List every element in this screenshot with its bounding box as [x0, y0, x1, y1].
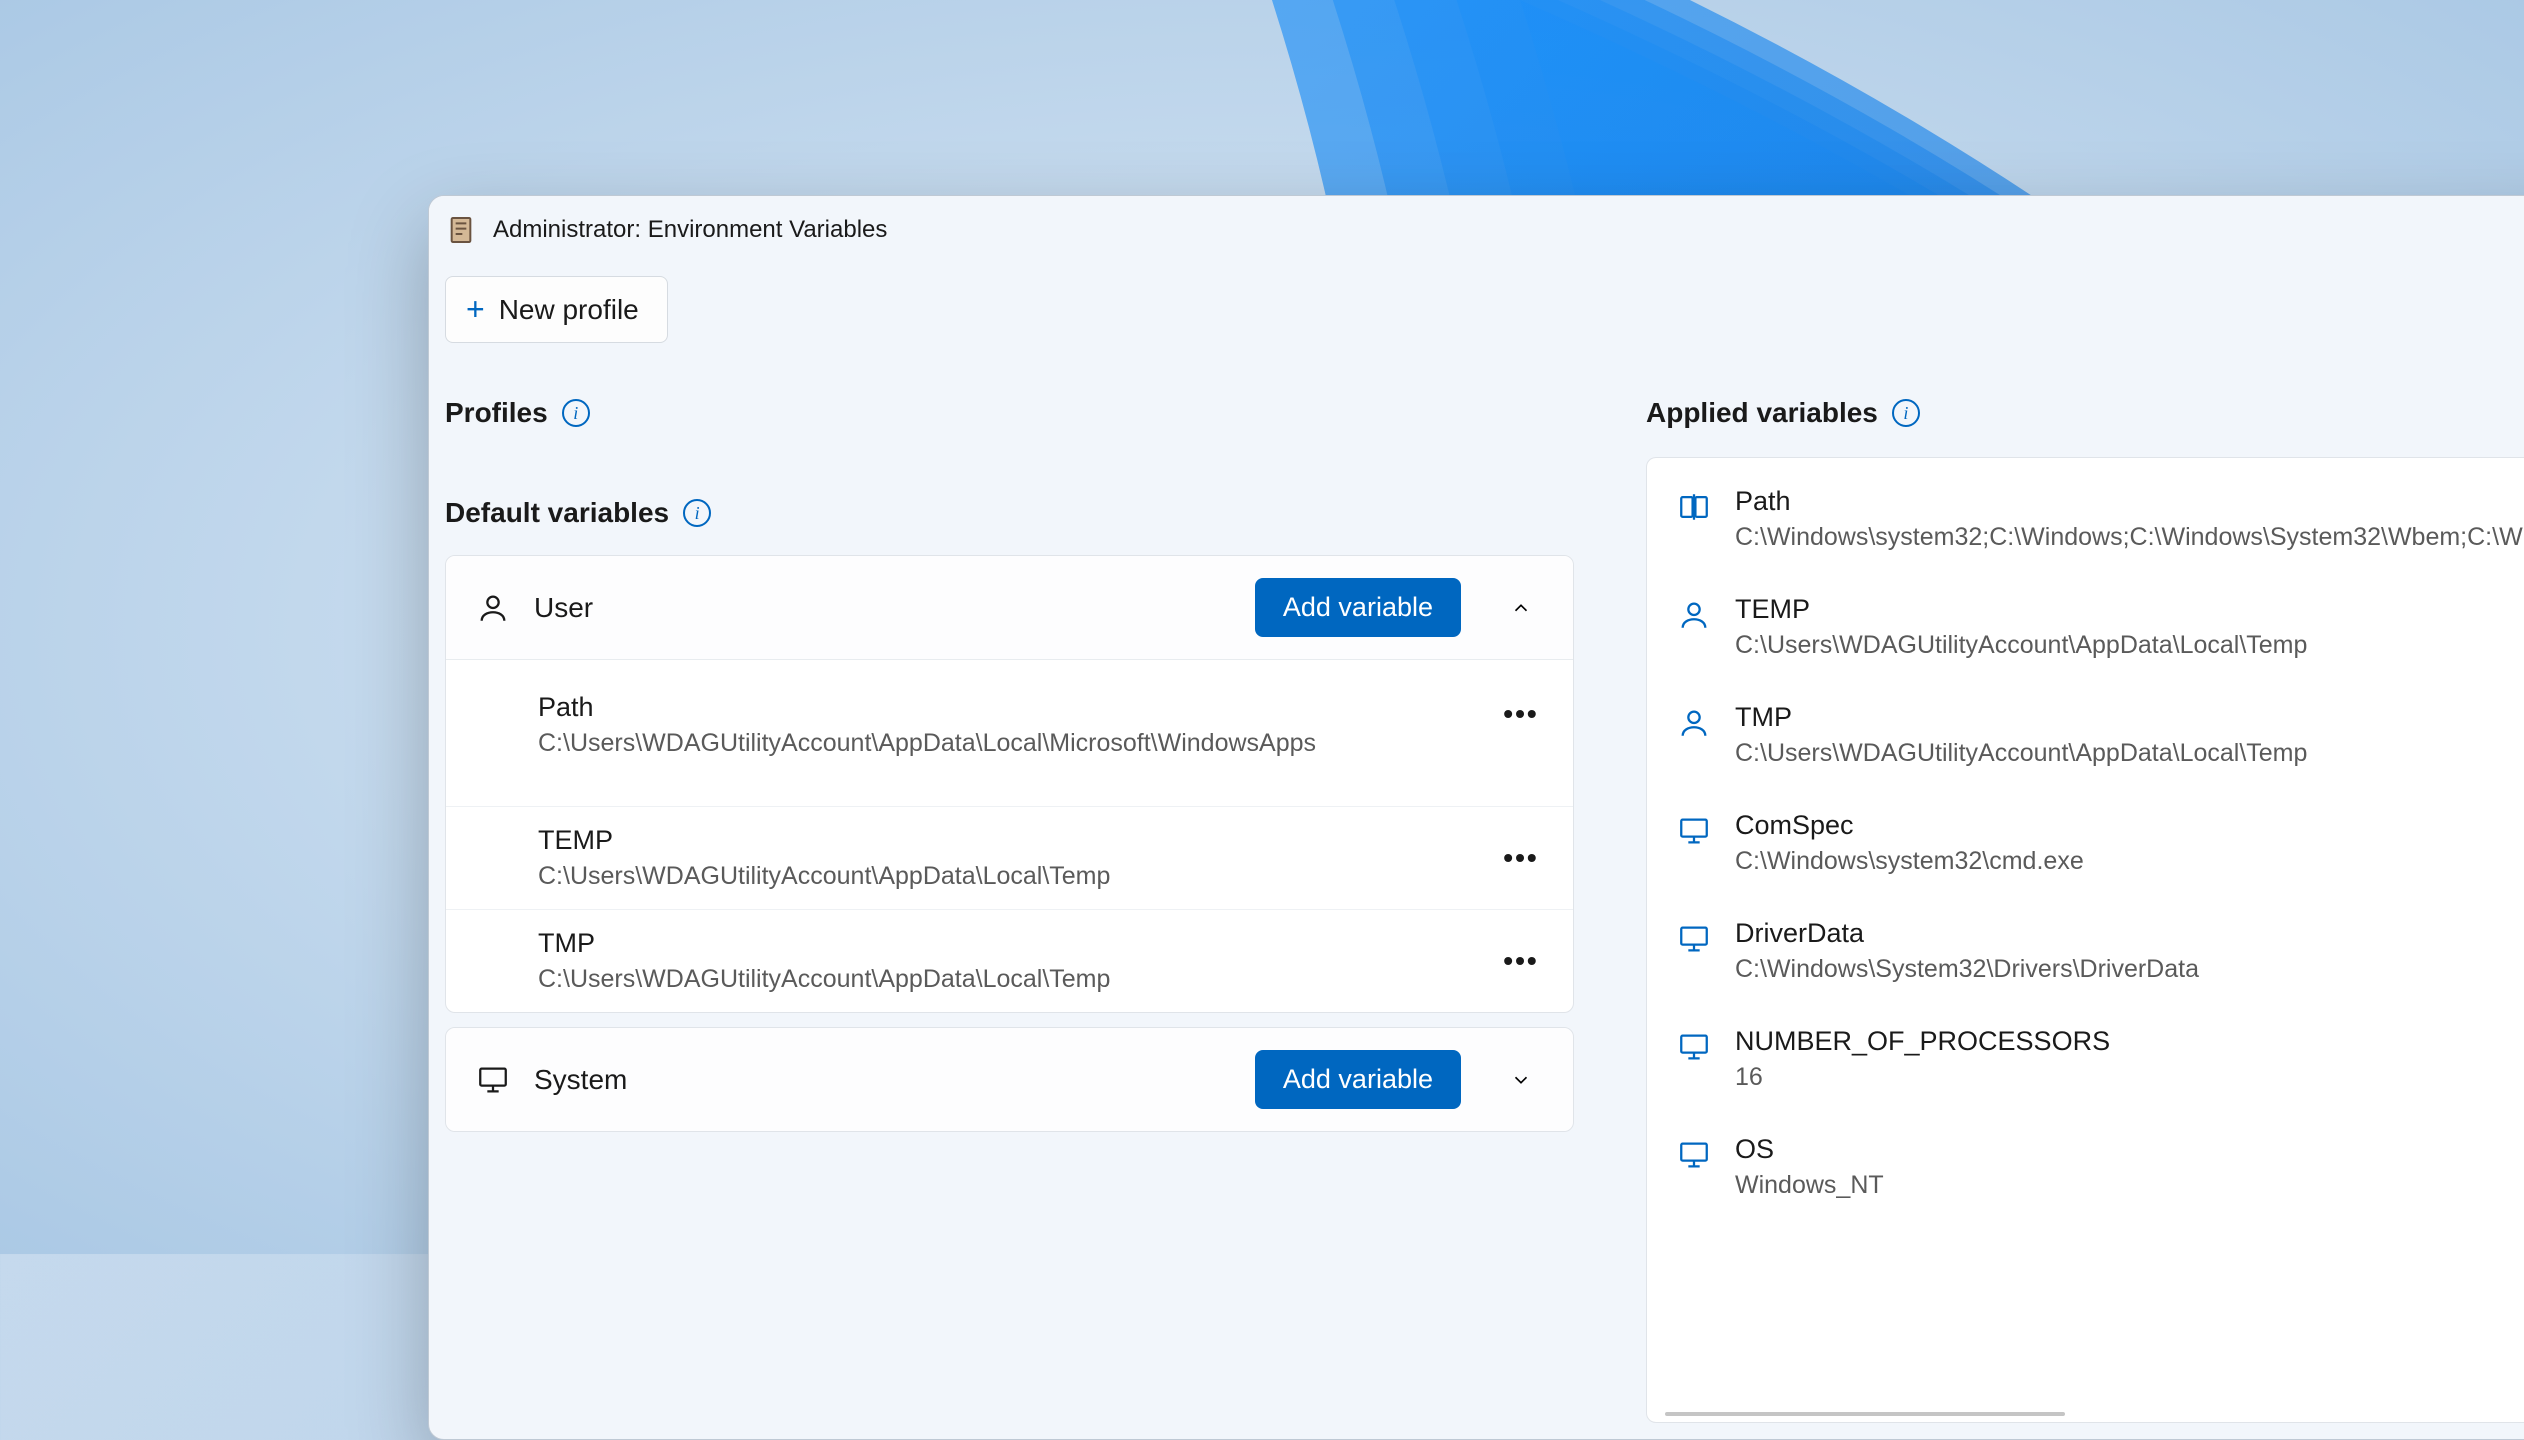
- applied-heading: Applied variables: [1646, 397, 1878, 429]
- new-profile-label: New profile: [499, 294, 639, 326]
- system-icon: [1677, 814, 1711, 848]
- system-group-label: System: [534, 1064, 1231, 1096]
- add-user-variable-button[interactable]: Add variable: [1255, 578, 1461, 637]
- variable-value: C:\Users\WDAGUtilityAccount\AppData\Loca…: [538, 729, 1481, 758]
- system-icon: [476, 1063, 510, 1097]
- applied-variable-row[interactable]: OS Windows_NT: [1647, 1106, 2524, 1214]
- variable-name: TMP: [538, 928, 1481, 959]
- applied-variable-name: Path: [1735, 486, 2524, 517]
- system-icon: [1677, 1138, 1711, 1172]
- user-group-label: User: [534, 592, 1231, 624]
- collapse-button[interactable]: [1499, 586, 1543, 630]
- variable-row[interactable]: TEMP C:\Users\WDAGUtilityAccount\AppData…: [446, 806, 1573, 909]
- applied-variable-name: OS: [1735, 1134, 2524, 1165]
- plus-icon: +: [466, 291, 485, 328]
- applied-variables-list: Path C:\Windows\system32;C:\Windows;C:\Wi…: [1646, 457, 2524, 1423]
- applied-variable-value: C:\Users\WDAGUtilityAccount\AppData\Loca…: [1735, 739, 2524, 768]
- user-group-header[interactable]: User Add variable: [446, 556, 1573, 660]
- system-icon: [1677, 922, 1711, 956]
- variable-name: Path: [538, 692, 1481, 723]
- info-icon[interactable]: i: [1892, 399, 1920, 427]
- more-options-button[interactable]: •••: [1499, 939, 1543, 983]
- applied-variable-row[interactable]: DriverData C:\Windows\System32\Drivers\Dr…: [1647, 890, 2524, 998]
- applied-variable-name: TEMP: [1735, 594, 2524, 625]
- window-title: Administrator: Environment Variables: [493, 216, 2499, 244]
- applied-variable-value: 16: [1735, 1063, 2524, 1092]
- more-options-button[interactable]: •••: [1499, 692, 1543, 736]
- app-icon: [445, 214, 477, 246]
- horizontal-scrollbar[interactable]: [1665, 1412, 2065, 1416]
- applied-variable-value: C:\Windows\System32\Drivers\DriverData: [1735, 955, 2524, 984]
- applied-variable-name: TMP: [1735, 702, 2524, 733]
- expand-button[interactable]: [1499, 1058, 1543, 1102]
- system-variables-group: System Add variable: [445, 1027, 1574, 1132]
- applied-variable-row[interactable]: NUMBER_OF_PROCESSORS 16: [1647, 998, 2524, 1106]
- applied-variable-row[interactable]: Path C:\Windows\system32;C:\Windows;C:\Wi…: [1647, 458, 2524, 566]
- info-icon[interactable]: i: [562, 399, 590, 427]
- variable-value: C:\Users\WDAGUtilityAccount\AppData\Loca…: [538, 862, 1481, 891]
- variable-value: C:\Users\WDAGUtilityAccount\AppData\Loca…: [538, 965, 1481, 994]
- profiles-heading: Profiles: [445, 397, 548, 429]
- applied-variable-value: Windows_NT: [1735, 1171, 2524, 1200]
- applied-variable-row[interactable]: TMP C:\Users\WDAGUtilityAccount\AppData\L…: [1647, 674, 2524, 782]
- rename-icon: [1677, 490, 1711, 524]
- new-profile-button[interactable]: + New profile: [445, 276, 668, 343]
- applied-variable-value: C:\Users\WDAGUtilityAccount\AppData\Loca…: [1735, 631, 2524, 660]
- applied-variable-name: DriverData: [1735, 918, 2524, 949]
- variable-row[interactable]: Path C:\Users\WDAGUtilityAccount\AppData…: [446, 660, 1573, 806]
- system-icon: [1677, 1030, 1711, 1064]
- applied-variable-value: C:\Windows\system32;C:\Windows;C:\Window…: [1735, 523, 2524, 552]
- titlebar[interactable]: Administrator: Environment Variables: [429, 196, 2524, 264]
- info-icon[interactable]: i: [683, 499, 711, 527]
- applied-panel: Applied variables i Path C:\Windows\syste…: [1646, 367, 2524, 1423]
- user-icon: [1677, 706, 1711, 740]
- minimize-button[interactable]: [2499, 201, 2524, 259]
- variable-name: TEMP: [538, 825, 1481, 856]
- system-group-header[interactable]: System Add variable: [446, 1028, 1573, 1131]
- applied-variable-name: NUMBER_OF_PROCESSORS: [1735, 1026, 2524, 1057]
- user-icon: [1677, 598, 1711, 632]
- applied-variable-name: ComSpec: [1735, 810, 2524, 841]
- variable-row[interactable]: TMP C:\Users\WDAGUtilityAccount\AppData\…: [446, 909, 1573, 1012]
- applied-variable-value: C:\Windows\system32\cmd.exe: [1735, 847, 2524, 876]
- add-system-variable-button[interactable]: Add variable: [1255, 1050, 1461, 1109]
- user-variables-group: User Add variable Path C:\Users\WDAGUtil…: [445, 555, 1574, 1013]
- default-variables-heading: Default variables: [445, 497, 669, 529]
- user-icon: [476, 591, 510, 625]
- applied-variable-row[interactable]: ComSpec C:\Windows\system32\cmd.exe: [1647, 782, 2524, 890]
- more-options-button[interactable]: •••: [1499, 836, 1543, 880]
- profiles-panel: Profiles i Default variables i User Add …: [445, 367, 1574, 1423]
- applied-variable-row[interactable]: TEMP C:\Users\WDAGUtilityAccount\AppData\…: [1647, 566, 2524, 674]
- env-variables-window: Administrator: Environment Variables + N…: [428, 195, 2524, 1440]
